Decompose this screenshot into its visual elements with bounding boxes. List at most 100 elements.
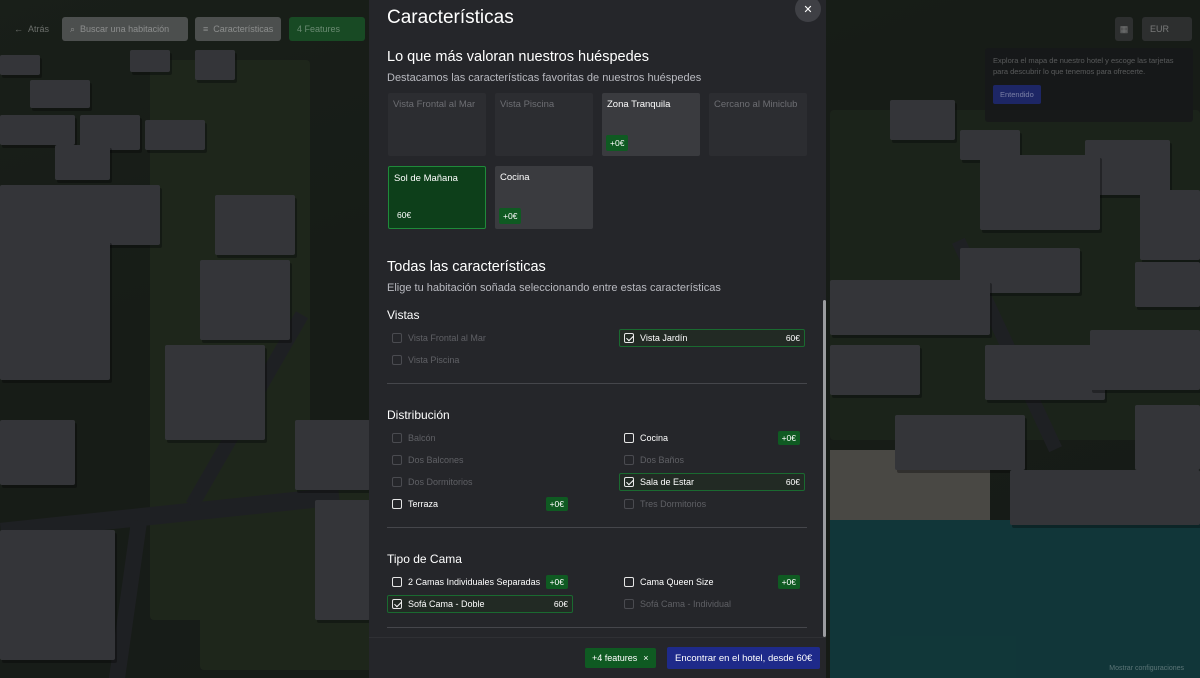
checkbox-icon xyxy=(624,455,634,465)
scrollbar-thumb[interactable] xyxy=(823,300,826,637)
option-cocina[interactable]: Cocina +0€ xyxy=(619,429,805,447)
option-label: Terraza xyxy=(408,499,439,509)
option-label: Dos Baños xyxy=(640,455,685,465)
favorite-tile-cocina[interactable]: Cocina +0€ xyxy=(495,166,593,229)
characteristics-modal: Características Lo que más valoran nuest… xyxy=(369,0,826,678)
checkbox-checked-icon[interactable] xyxy=(392,599,402,609)
option-2-camas-individuales-separadas[interactable]: 2 Camas Individuales Separadas +0€ xyxy=(387,573,573,591)
option-label: 2 Camas Individuales Separadas xyxy=(408,577,541,587)
tile-label: Vista Piscina xyxy=(500,99,555,110)
group-title: Distribución xyxy=(387,408,450,422)
currency-select[interactable]: EUR xyxy=(1142,17,1192,41)
favorite-tile-vista-piscina: Vista Piscina xyxy=(495,93,593,156)
group-title: Vistas xyxy=(387,308,420,322)
option-label: Sala de Estar xyxy=(640,477,695,487)
option-terraza[interactable]: Terraza +0€ xyxy=(387,495,573,513)
tile-price: 60€ xyxy=(397,210,412,220)
map-settings-link[interactable]: Mostrar configuraciones xyxy=(1109,665,1184,672)
tile-label: Vista Frontal al Mar xyxy=(393,99,476,110)
characteristics-button[interactable]: ≡ Características xyxy=(195,17,281,41)
onboarding-text: Explora el mapa de nuestro hotel y escog… xyxy=(993,56,1174,76)
find-in-hotel-button[interactable]: Encontrar en el hotel, desde 60€ xyxy=(667,647,821,669)
layers-icon[interactable]: ▦ xyxy=(1115,17,1133,41)
favorite-tile-zona-tranquila[interactable]: Zona Tranquila +0€ xyxy=(602,93,700,156)
option-price: 60€ xyxy=(553,599,568,609)
checkbox-icon[interactable] xyxy=(392,499,402,509)
modal-scroll-area[interactable]: Características Lo que más valoran nuest… xyxy=(369,0,826,637)
tile-label: Cercano al Miniclub xyxy=(714,99,798,110)
modal-title: Características xyxy=(387,7,514,28)
option-label: Sofá Cama - Individual xyxy=(640,599,732,609)
close-icon: ✕ xyxy=(803,3,813,16)
option-label: Cocina xyxy=(640,433,669,443)
option-label: Dos Balcones xyxy=(408,455,464,465)
favorite-tile-cercano-al-miniclub: Cercano al Miniclub xyxy=(709,93,807,156)
options-grid: 2 Camas Individuales Separadas +0€ Cama Qu… xyxy=(387,573,807,613)
checkbox-icon xyxy=(392,333,402,343)
checkbox-icon[interactable] xyxy=(624,433,634,443)
option-label: Tres Dormitorios xyxy=(640,499,707,509)
option-balcon: Balcón xyxy=(387,429,573,447)
all-features-heading: Todas las características xyxy=(387,259,546,275)
checkbox-icon xyxy=(392,455,402,465)
option-label: Cama Queen Size xyxy=(640,577,714,587)
option-vista-jardin[interactable]: Vista Jardín 60€ xyxy=(619,329,805,347)
checkbox-icon xyxy=(392,477,402,487)
option-vista-frontal-al-mar: Vista Frontal al Mar xyxy=(387,329,573,347)
group-divider xyxy=(387,527,807,528)
option-price: +0€ xyxy=(545,575,568,589)
arrow-left-icon: ← xyxy=(14,24,23,34)
checkbox-icon xyxy=(624,599,634,609)
option-tres-dormitorios: Tres Dormitorios xyxy=(619,495,805,513)
onboarding-ok-button[interactable]: Entendido xyxy=(993,85,1041,104)
onboarding-tooltip: Explora el mapa de nuestro hotel y escog… xyxy=(985,48,1193,122)
feature-groups: Vistas Vista Frontal al Mar Vista Jardín 60… xyxy=(387,308,807,637)
checkbox-icon[interactable] xyxy=(392,577,402,587)
option-label: Sofá Cama - Doble xyxy=(408,599,485,609)
back-button[interactable]: ← Atrás xyxy=(6,17,57,41)
tile-label: Zona Tranquila xyxy=(607,99,671,110)
group-divider xyxy=(387,627,807,628)
option-sofa-cama-individual: Sofá Cama - Individual xyxy=(619,595,805,613)
checkbox-checked-icon[interactable] xyxy=(624,477,634,487)
features-chip-label: +4 features xyxy=(592,653,638,663)
option-price: +0€ xyxy=(777,431,800,445)
option-dos-balcones: Dos Balcones xyxy=(387,451,573,469)
tile-label: Sol de Mañana xyxy=(394,173,458,184)
option-cama-queen-size[interactable]: Cama Queen Size +0€ xyxy=(619,573,805,591)
filter-icon: ≡ xyxy=(203,24,209,34)
favorites-subtitle: Destacamos las características favoritas… xyxy=(387,72,702,84)
search-icon: ⌕ xyxy=(70,23,76,34)
option-price: +0€ xyxy=(545,497,568,511)
option-price: 60€ xyxy=(785,333,800,343)
checkbox-checked-icon[interactable] xyxy=(624,333,634,343)
search-room-button[interactable]: ⌕ Buscar una habitación xyxy=(62,17,188,41)
active-filters-chip[interactable]: 4 Features xyxy=(289,17,365,41)
favorites-grid: Vista Frontal al Mar Vista Piscina Zona Tr… xyxy=(388,93,807,229)
options-grid: Balcón Cocina +0€ Dos Balcones Dos Baños Dos … xyxy=(387,429,807,513)
checkbox-icon[interactable] xyxy=(624,577,634,587)
group-divider xyxy=(387,383,807,384)
option-price: 60€ xyxy=(785,477,800,487)
close-icon[interactable]: × xyxy=(643,653,648,663)
option-label: Vista Piscina xyxy=(408,355,460,365)
group-title: Tipo de Cama xyxy=(387,552,462,566)
tile-label: Cocina xyxy=(500,172,530,183)
options-grid: Vista Frontal al Mar Vista Jardín 60€ Vista… xyxy=(387,329,807,369)
all-features-subtitle: Elige tu habitación soñada seleccionando… xyxy=(387,282,721,294)
option-dos-banos: Dos Baños xyxy=(619,451,805,469)
option-label: Dos Dormitorios xyxy=(408,477,473,487)
option-label: Vista Frontal al Mar xyxy=(408,333,486,343)
group-tipo-de-cama: Tipo de Cama 2 Camas Individuales Separad… xyxy=(387,552,807,637)
favorites-heading: Lo que más valoran nuestros huéspedes xyxy=(387,49,649,65)
favorite-tile-sol-de-manana[interactable]: Sol de Mañana 60€ xyxy=(388,166,486,229)
option-label: Vista Jardín xyxy=(640,333,688,343)
option-sala-de-estar[interactable]: Sala de Estar 60€ xyxy=(619,473,805,491)
option-label: Balcón xyxy=(408,433,436,443)
selected-features-chip[interactable]: +4 features × xyxy=(585,648,656,668)
option-dos-dormitorios: Dos Dormitorios xyxy=(387,473,573,491)
tile-price: +0€ xyxy=(606,135,629,151)
favorite-tile-vista-frontal-al-mar: Vista Frontal al Mar xyxy=(388,93,486,156)
checkbox-icon xyxy=(624,499,634,509)
option-sofa-cama-doble[interactable]: Sofá Cama - Doble 60€ xyxy=(387,595,573,613)
